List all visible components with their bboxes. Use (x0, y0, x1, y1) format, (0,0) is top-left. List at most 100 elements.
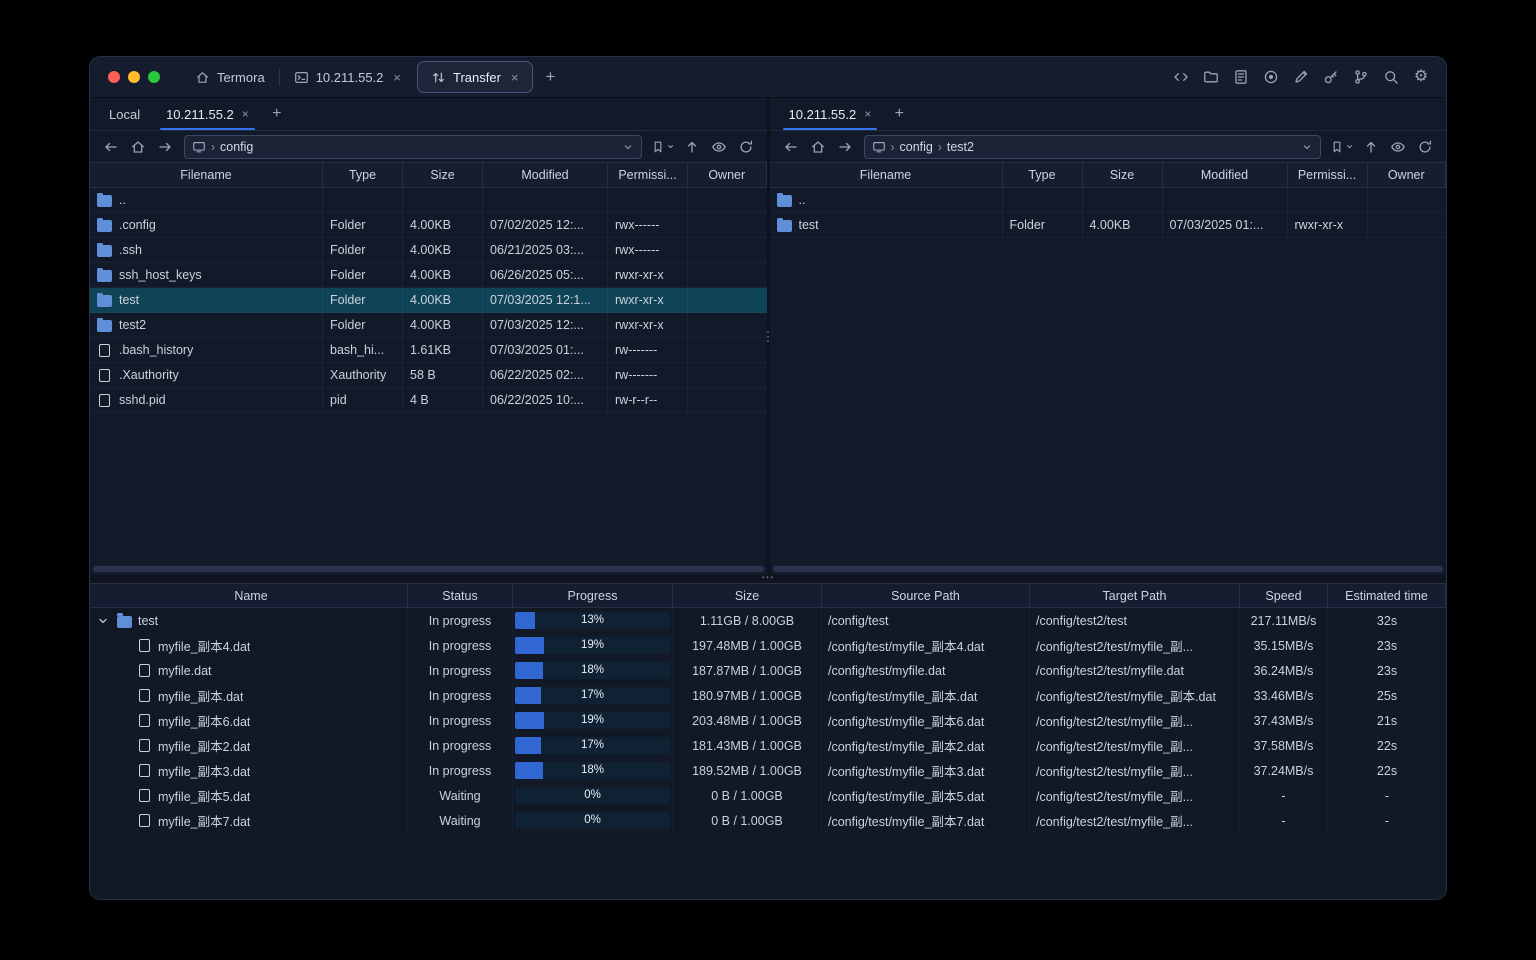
breadcrumb-segment[interactable]: › config (891, 140, 933, 154)
column-header-progress[interactable]: Progress (513, 584, 673, 607)
filename-cell: test2 (90, 313, 323, 337)
transfer-row[interactable]: myfile_副本3.dat In progress 18% 189.52MB … (90, 758, 1446, 783)
column-header-size[interactable]: Size (403, 163, 483, 187)
refresh-button[interactable] (734, 135, 758, 159)
transfer-row[interactable]: myfile_副本2.dat In progress 17% 181.43MB … (90, 733, 1446, 758)
transfer-row[interactable]: myfile.dat In progress 18% 187.87MB / 1.… (90, 658, 1446, 683)
tab-host-session[interactable]: 10.211.55.2 × (281, 61, 414, 93)
log-button[interactable] (1232, 68, 1250, 86)
settings-button[interactable]: ⚙ (1412, 68, 1430, 86)
column-header-target-path[interactable]: Target Path (1030, 584, 1240, 607)
code-button[interactable] (1172, 68, 1190, 86)
transfer-row[interactable]: myfile_副本4.dat In progress 19% 197.48MB … (90, 633, 1446, 658)
modified-cell: 07/03/2025 01:... (1163, 213, 1288, 237)
show-hidden-files-button[interactable] (1386, 135, 1410, 159)
close-tab-icon[interactable]: × (393, 71, 401, 84)
column-header-size[interactable]: Size (1083, 163, 1163, 187)
scrollbar-thumb[interactable] (93, 566, 764, 572)
file-row[interactable]: .config Folder 4.00KB 07/02/2025 12:... … (90, 213, 767, 238)
home-button[interactable] (126, 135, 150, 159)
file-row[interactable]: .bash_history bash_hi... 1.61KB 07/03/20… (90, 338, 767, 363)
column-header-size[interactable]: Size (673, 584, 822, 607)
transfer-row[interactable]: myfile_副本5.dat Waiting 0% 0 B / 1.00GB /… (90, 783, 1446, 808)
file-row[interactable]: test2 Folder 4.00KB 07/03/2025 12:... rw… (90, 313, 767, 338)
file-type-icon (776, 192, 792, 207)
file-row[interactable]: .. (90, 188, 767, 213)
refresh-button[interactable] (1413, 135, 1437, 159)
left-file-panel: Local 10.211.55.2 × + › config Filename … (90, 98, 767, 575)
key-button[interactable] (1322, 68, 1340, 86)
modified-cell: 06/22/2025 02:... (483, 363, 608, 387)
search-button[interactable] (1382, 68, 1400, 86)
maximize-window-button[interactable] (148, 71, 160, 83)
column-header-owner[interactable]: Owner (1368, 163, 1446, 187)
path-breadcrumb[interactable]: › config (184, 134, 642, 159)
close-tab-icon[interactable]: × (242, 107, 249, 121)
status-cell: In progress (408, 708, 513, 733)
horizontal-scrollbar[interactable] (771, 565, 1444, 573)
folder-button[interactable] (1202, 68, 1220, 86)
file-row[interactable]: ssh_host_keys Folder 4.00KB 06/26/2025 0… (90, 263, 767, 288)
file-row[interactable]: test Folder 4.00KB 07/03/2025 01:... rwx… (770, 213, 1447, 238)
add-panel-tab-button[interactable]: + (884, 98, 914, 130)
transfer-row[interactable]: myfile_副本6.dat In progress 19% 203.48MB … (90, 708, 1446, 733)
collapse-chevron-icon[interactable] (95, 615, 111, 627)
file-row[interactable]: .Xauthority Xauthority 58 B 06/22/2025 0… (90, 363, 767, 388)
minimize-window-button[interactable] (128, 71, 140, 83)
column-header-status[interactable]: Status (408, 584, 513, 607)
close-tab-icon[interactable]: × (511, 71, 519, 84)
file-row[interactable]: sshd.pid pid 4 B 06/22/2025 10:... rw-r-… (90, 388, 767, 413)
new-tab-button[interactable]: + (536, 57, 566, 97)
parent-directory-button[interactable] (1359, 135, 1383, 159)
forward-button[interactable] (153, 135, 177, 159)
traffic-lights (90, 71, 174, 83)
column-header-permissions[interactable]: Permissi... (1288, 163, 1368, 187)
column-header-filename[interactable]: Filename (770, 163, 1003, 187)
close-window-button[interactable] (108, 71, 120, 83)
tab-transfer[interactable]: Transfer × (417, 61, 533, 93)
add-panel-tab-button[interactable]: + (262, 98, 292, 130)
column-header-permissions[interactable]: Permissi... (608, 163, 688, 187)
record-button[interactable] (1262, 68, 1280, 86)
column-header-owner[interactable]: Owner (688, 163, 767, 187)
edit-button[interactable] (1292, 68, 1310, 86)
branch-button[interactable] (1352, 68, 1370, 86)
column-header-speed[interactable]: Speed (1240, 584, 1328, 607)
column-header-type[interactable]: Type (1003, 163, 1083, 187)
back-button[interactable] (779, 135, 803, 159)
forward-button[interactable] (833, 135, 857, 159)
tab-termora[interactable]: Termora (182, 61, 278, 93)
file-row[interactable]: .ssh Folder 4.00KB 06/21/2025 03:... rwx… (90, 238, 767, 263)
show-hidden-files-button[interactable] (707, 135, 731, 159)
home-button[interactable] (806, 135, 830, 159)
tab-remote-host[interactable]: 10.211.55.2 × (776, 98, 885, 130)
breadcrumb-segment[interactable]: › config (211, 140, 253, 154)
back-button[interactable] (99, 135, 123, 159)
parent-directory-button[interactable] (680, 135, 704, 159)
column-header-name[interactable]: Name (90, 584, 408, 607)
tab-local[interactable]: Local (96, 98, 153, 130)
file-row[interactable]: test Folder 4.00KB 07/03/2025 12:1... rw… (90, 288, 767, 313)
path-breadcrumb[interactable]: › config › test2 (863, 134, 1321, 159)
file-row[interactable]: .. (770, 188, 1447, 213)
chevron-down-icon[interactable] (1301, 141, 1313, 153)
close-tab-icon[interactable]: × (864, 107, 871, 121)
column-header-modified[interactable]: Modified (1163, 163, 1288, 187)
column-header-estimated-time[interactable]: Estimated time (1328, 584, 1446, 607)
transfer-row[interactable]: myfile_副本.dat In progress 17% 180.97MB /… (90, 683, 1446, 708)
column-header-type[interactable]: Type (323, 163, 403, 187)
horizontal-scrollbar[interactable] (92, 565, 765, 573)
column-header-filename[interactable]: Filename (90, 163, 323, 187)
tab-remote-host[interactable]: 10.211.55.2 × (153, 98, 262, 130)
size-cell: 180.97MB / 1.00GB (673, 683, 822, 708)
column-header-modified[interactable]: Modified (483, 163, 608, 187)
bookmark-button[interactable] (649, 135, 677, 159)
scrollbar-thumb[interactable] (772, 566, 1443, 572)
chevron-down-icon[interactable] (622, 141, 634, 153)
breadcrumb-segment[interactable]: › test2 (938, 140, 974, 154)
transfer-row[interactable]: test In progress 13% 1.11GB / 8.00GB /co… (90, 608, 1446, 633)
column-header-source-path[interactable]: Source Path (822, 584, 1030, 607)
transfer-panel-splitter[interactable]: ⋯ (90, 570, 1446, 585)
transfer-row[interactable]: myfile_副本7.dat Waiting 0% 0 B / 1.00GB /… (90, 808, 1446, 833)
bookmark-button[interactable] (1328, 135, 1356, 159)
